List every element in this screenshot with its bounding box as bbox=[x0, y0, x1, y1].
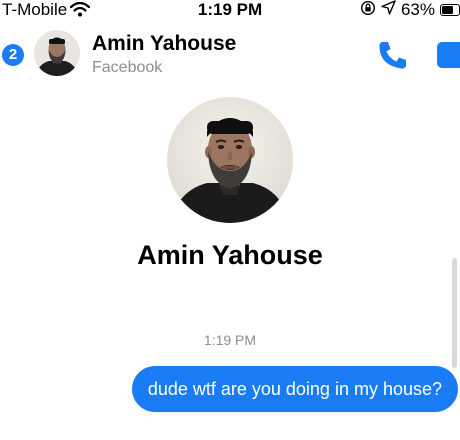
back-button-unread-badge[interactable]: 2 bbox=[2, 44, 24, 66]
conversation-header: 2 Amin Yahouse Facebook bbox=[0, 22, 460, 90]
battery-percent: 63% bbox=[400, 0, 435, 19]
location-arrow-icon bbox=[381, 0, 396, 20]
contact-name[interactable]: Amin Yahouse bbox=[92, 32, 236, 56]
battery-icon bbox=[440, 4, 460, 16]
video-call-button[interactable] bbox=[437, 42, 460, 68]
orientation-lock-icon bbox=[360, 0, 376, 21]
avatar[interactable] bbox=[34, 30, 80, 76]
call-icon bbox=[379, 42, 406, 69]
profile-photo[interactable] bbox=[167, 97, 293, 223]
call-button[interactable] bbox=[376, 38, 410, 72]
status-bar: T-Mobile 1:19 PM 63% bbox=[0, 0, 460, 22]
profile-name: Amin Yahouse bbox=[137, 240, 323, 270]
message-timestamp: 1:19 PM bbox=[203, 332, 257, 348]
scroll-indicator[interactable] bbox=[452, 258, 457, 368]
status-right-group: 63% bbox=[360, 0, 460, 20]
contact-subtitle: Facebook bbox=[92, 59, 163, 76]
sent-message-bubble[interactable]: dude wtf are you doing in my house? bbox=[131, 366, 458, 412]
